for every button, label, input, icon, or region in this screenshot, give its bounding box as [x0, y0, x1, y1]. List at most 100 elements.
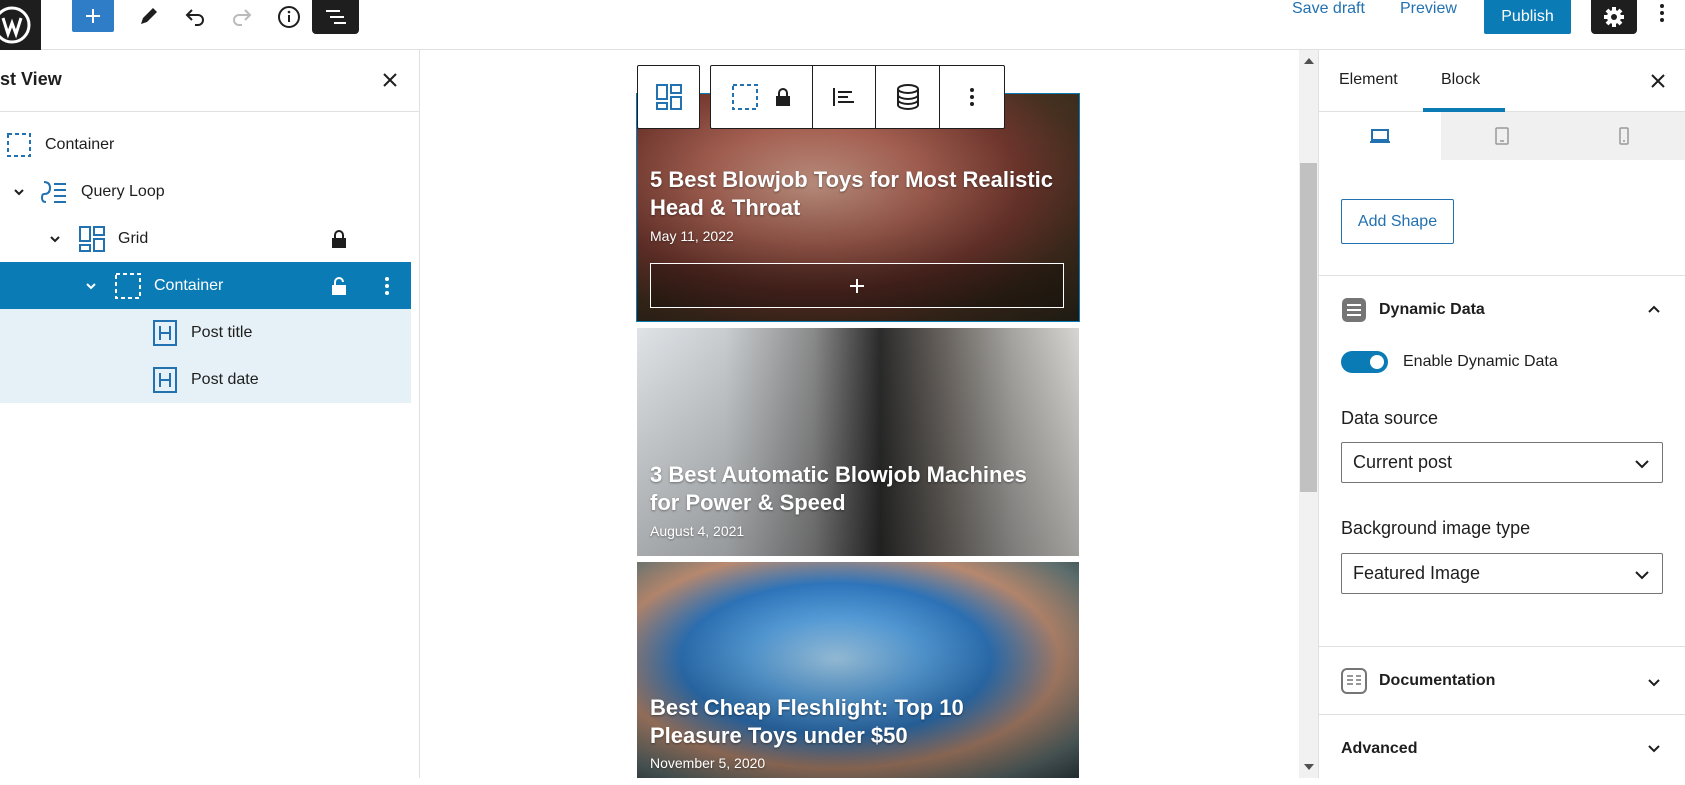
container-icon	[732, 84, 759, 110]
tab-element[interactable]: Element	[1339, 71, 1398, 89]
database-icon	[896, 84, 919, 110]
list-item-container[interactable]: Container	[0, 121, 411, 168]
pencil-icon	[141, 8, 157, 24]
background-image-type-label: Background image type	[1341, 518, 1531, 538]
scrollbar-thumb[interactable]	[1300, 163, 1317, 492]
undo-button[interactable]	[180, 0, 210, 34]
select-parent-grid-button[interactable]	[638, 66, 699, 128]
mobile-icon	[1619, 127, 1629, 145]
wordpress-logo-icon[interactable]	[0, 0, 41, 50]
select-value: Current post	[1353, 452, 1453, 472]
add-block-button[interactable]	[72, 0, 114, 32]
close-icon[interactable]	[1649, 72, 1667, 90]
publish-button[interactable]: Publish	[1484, 0, 1571, 34]
chevron-down-icon	[1635, 571, 1649, 580]
container-icon	[7, 132, 31, 157]
lock-icon[interactable]	[331, 229, 347, 249]
add-shape-button[interactable]: Add Shape	[1341, 199, 1454, 244]
tablet-icon	[1495, 127, 1509, 145]
options-menu-button[interactable]	[1652, 0, 1672, 26]
data-source-label: Data source	[1341, 408, 1439, 428]
close-icon[interactable]	[380, 70, 400, 90]
post-date: August 4, 2021	[650, 523, 745, 539]
tab-desktop[interactable]	[1319, 112, 1441, 160]
toggle-label: Enable Dynamic Data	[1403, 353, 1558, 370]
chevron-down-icon[interactable]	[1646, 674, 1662, 690]
advanced-panel-header[interactable]: Advanced	[1341, 738, 1417, 760]
list-item-label: Container	[154, 276, 224, 294]
preview-button[interactable]: Preview	[1400, 0, 1457, 22]
info-icon	[278, 6, 300, 28]
heading-icon	[153, 319, 177, 346]
editor-top-bar: Save draft Preview Publish	[0, 0, 1685, 50]
undo-icon	[185, 9, 204, 26]
list-view-icon	[325, 10, 346, 24]
data-source-select[interactable]: Current post	[1341, 442, 1663, 483]
tab-block[interactable]: Block	[1441, 71, 1480, 89]
chevron-down-icon[interactable]	[48, 232, 62, 246]
align-left-icon	[833, 88, 855, 106]
details-button[interactable]	[274, 0, 304, 34]
documentation-icon	[1341, 668, 1367, 694]
documentation-panel-header[interactable]: Documentation	[1341, 668, 1495, 694]
scroll-up-arrow-icon[interactable]	[1304, 58, 1314, 64]
align-button[interactable]	[813, 66, 877, 128]
panel-title: Advanced	[1341, 740, 1418, 757]
parent-block-toolbar	[637, 65, 700, 129]
enable-dynamic-data-toggle[interactable]	[1341, 351, 1388, 373]
block-toolbar	[710, 65, 1005, 129]
plus-icon	[86, 9, 100, 23]
query-loop-icon	[40, 180, 66, 203]
scroll-down-arrow-icon[interactable]	[1304, 764, 1314, 770]
post-date: November 5, 2020	[650, 755, 766, 771]
post-card[interactable]: Best Cheap Fleshlight: Top 10 Pleasure T…	[637, 562, 1079, 778]
redo-icon	[233, 9, 252, 26]
chevron-down-icon	[1635, 460, 1649, 469]
chevron-down-icon[interactable]	[84, 279, 98, 293]
more-vertical-icon[interactable]	[384, 276, 390, 296]
post-title: Best Cheap Fleshlight: Top 10 Pleasure T…	[650, 695, 964, 748]
list-item-grid[interactable]: Grid	[0, 215, 411, 262]
tab-tablet[interactable]	[1441, 112, 1563, 160]
divider	[1319, 275, 1685, 276]
list-item-query-loop[interactable]: Query Loop	[0, 168, 411, 215]
post-card[interactable]: 3 Best Automatic Blowjob Machines for Po…	[637, 328, 1079, 556]
dynamic-data-panel-header[interactable]: Dynamic Data	[1341, 298, 1485, 322]
background-image-type-select[interactable]: Featured Image	[1341, 553, 1663, 594]
image-shade	[637, 328, 1079, 556]
chevron-down-icon[interactable]	[12, 185, 26, 199]
settings-tabs: Element Block	[1319, 50, 1685, 112]
container-icon	[115, 272, 141, 299]
post-title: 3 Best Automatic Blowjob Machines for Po…	[650, 462, 1027, 515]
gear-icon	[1604, 7, 1624, 27]
grid-icon	[655, 84, 682, 110]
lock-open-icon[interactable]	[331, 276, 347, 296]
list-view-panel: st View Container Query Loop Grid Contai…	[0, 50, 420, 778]
lock-icon	[776, 88, 791, 106]
more-vertical-icon	[1660, 4, 1664, 22]
list-item-label: Container	[45, 135, 115, 153]
divider	[1319, 646, 1685, 647]
list-item-container-selected[interactable]: Container	[0, 262, 411, 309]
list-item-post-title[interactable]: Post title	[0, 309, 411, 356]
list-item-post-date[interactable]: Post date	[0, 356, 411, 403]
dynamic-data-button[interactable]	[876, 66, 941, 128]
list-view-toggle-button[interactable]	[312, 0, 359, 34]
device-tabs	[1319, 112, 1685, 160]
divider	[1319, 714, 1685, 715]
tools-pencil-button[interactable]	[133, 0, 163, 34]
chevron-down-icon[interactable]	[1646, 740, 1662, 756]
select-value: Featured Image	[1353, 563, 1481, 583]
chevron-up-icon[interactable]	[1646, 302, 1662, 318]
list-view-header: st View	[0, 50, 419, 112]
heading-icon	[153, 366, 177, 393]
save-draft-button[interactable]: Save draft	[1292, 0, 1365, 22]
settings-button[interactable]	[1591, 0, 1637, 34]
block-options-button[interactable]	[940, 66, 1004, 128]
block-type-lock-button[interactable]	[711, 66, 813, 128]
redo-button[interactable]	[227, 0, 257, 34]
tab-mobile[interactable]	[1563, 112, 1685, 160]
panel-title: Dynamic Data	[1379, 301, 1485, 318]
settings-sidebar: Element Block Add Shape Dynamic Data Ena…	[1318, 50, 1685, 778]
laptop-icon	[1370, 129, 1390, 143]
